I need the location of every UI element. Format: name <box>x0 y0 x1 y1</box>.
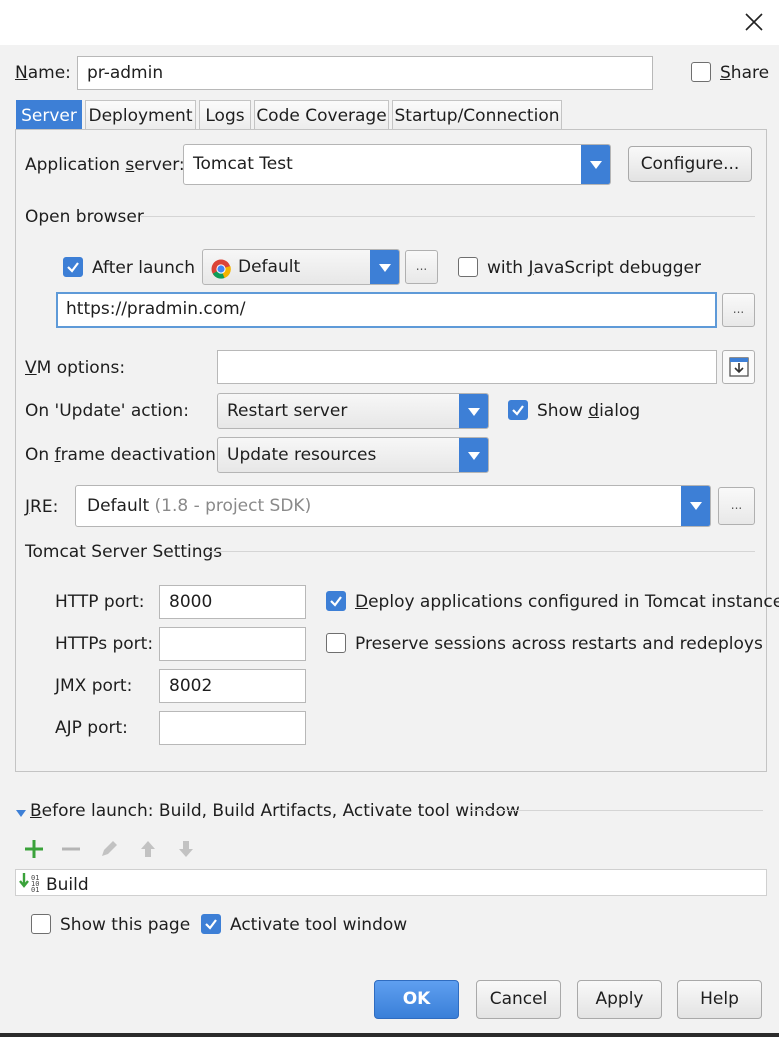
collapse-triangle-icon[interactable] <box>15 805 27 817</box>
after-launch-checkbox[interactable] <box>63 257 83 277</box>
expand-icon <box>729 357 749 377</box>
window-bottom-edge <box>0 1033 779 1037</box>
divider <box>470 810 763 811</box>
edit-pencil-icon[interactable] <box>98 838 120 860</box>
tab-deployment[interactable]: Deployment <box>85 100 196 130</box>
http-port-input[interactable]: 8000 <box>159 585 306 619</box>
configure-button[interactable]: Configure... <box>628 146 752 182</box>
name-input[interactable]: pr-admin <box>77 56 653 90</box>
https-port-label: HTTPs port: <box>55 634 154 654</box>
chevron-down-icon <box>459 394 488 428</box>
jre-hint: (1.8 - project SDK) <box>154 496 312 516</box>
ajp-port-label: AJP port: <box>55 718 128 738</box>
update-action-value: Restart server <box>227 401 348 421</box>
chevron-down-icon <box>370 250 399 284</box>
preserve-sessions-checkbox[interactable] <box>326 633 346 653</box>
show-page-label: Show this page <box>60 915 191 935</box>
remove-icon[interactable] <box>60 838 82 860</box>
jmx-port-input[interactable]: 8002 <box>159 669 306 703</box>
chevron-down-icon <box>581 145 610 184</box>
list-item[interactable]: Build <box>46 875 89 895</box>
share-checkbox[interactable] <box>691 62 711 82</box>
chevron-down-icon <box>681 486 710 526</box>
name-label: Name: <box>15 63 71 83</box>
jmx-port-label: JMX port: <box>55 676 133 696</box>
apply-button[interactable]: Apply <box>577 980 662 1019</box>
cancel-button[interactable]: Cancel <box>476 980 561 1019</box>
jre-ellipsis-button[interactable]: ... <box>718 487 755 525</box>
after-launch-label: After launch <box>92 258 196 278</box>
jre-label: JRE: <box>25 497 59 517</box>
add-icon[interactable] <box>23 838 45 860</box>
ok-button[interactable]: OK <box>374 980 459 1019</box>
before-launch-list <box>15 869 767 896</box>
show-page-checkbox[interactable] <box>31 914 51 934</box>
ajp-port-input[interactable] <box>159 711 306 745</box>
open-browser-heading: Open browser <box>25 207 144 227</box>
chevron-down-icon <box>459 438 488 472</box>
move-down-icon[interactable] <box>175 838 197 860</box>
svg-text:01: 01 <box>31 886 39 894</box>
url-ellipsis-button[interactable]: ... <box>722 293 755 327</box>
chrome-icon <box>211 257 231 279</box>
before-launch-heading: Before launch: Build, Build Artifacts, A… <box>30 801 520 821</box>
tab-logs[interactable]: Logs <box>199 100 251 130</box>
build-icon: 01 10 01 <box>19 872 43 894</box>
deploy-apps-label: Deploy applications configured in Tomcat… <box>355 592 779 612</box>
update-action-dropdown[interactable]: Restart server <box>217 393 489 429</box>
frame-deactivation-dropdown[interactable]: Update resources <box>217 437 489 473</box>
update-action-label: On 'Update' action: <box>25 401 189 421</box>
close-icon[interactable] <box>742 10 766 34</box>
frame-deactivation-value: Update resources <box>227 445 377 465</box>
help-button[interactable]: Help <box>677 980 762 1019</box>
dialog-title-bar <box>0 0 779 45</box>
tab-code-coverage[interactable]: Code Coverage <box>254 100 389 130</box>
expand-editor-button[interactable] <box>722 350 755 384</box>
app-server-dropdown[interactable]: Tomcat Test <box>183 144 611 185</box>
deploy-apps-checkbox[interactable] <box>326 591 346 611</box>
browser-dropdown[interactable]: Default <box>202 249 400 285</box>
divider <box>141 216 755 217</box>
js-debugger-label: with JavaScript debugger <box>487 258 701 278</box>
browser-value: Default <box>238 257 301 277</box>
preserve-sessions-label: Preserve sessions across restarts and re… <box>355 634 763 654</box>
show-dialog-checkbox[interactable] <box>508 400 528 420</box>
http-port-label: HTTP port: <box>55 592 145 612</box>
vm-options-label: VM options: <box>25 358 126 378</box>
jre-dropdown[interactable]: Default (1.8 - project SDK) <box>75 485 711 527</box>
app-server-value: Tomcat Test <box>193 154 293 174</box>
vm-options-input[interactable] <box>217 350 717 384</box>
activate-tool-window-label: Activate tool window <box>230 915 408 935</box>
share-label: Share <box>720 63 770 83</box>
tab-startup-connection[interactable]: Startup/Connection <box>392 100 562 130</box>
move-up-icon[interactable] <box>137 838 159 860</box>
show-dialog-label: Show dialog <box>537 401 641 421</box>
divider <box>208 551 755 552</box>
activate-tool-window-checkbox[interactable] <box>201 914 221 934</box>
startup-url-input[interactable]: https://pradmin.com/ <box>56 292 717 328</box>
frame-deactivation-label: On frame deactivation: <box>25 445 222 465</box>
js-debugger-checkbox[interactable] <box>458 257 478 277</box>
https-port-input[interactable] <box>159 627 306 661</box>
browser-ellipsis-button[interactable]: ... <box>405 250 438 284</box>
tomcat-settings-heading: Tomcat Server Settings <box>25 542 223 562</box>
jre-value: Default <box>87 496 150 516</box>
app-server-label: Application server: <box>25 155 185 175</box>
tab-server[interactable]: Server <box>16 100 82 130</box>
